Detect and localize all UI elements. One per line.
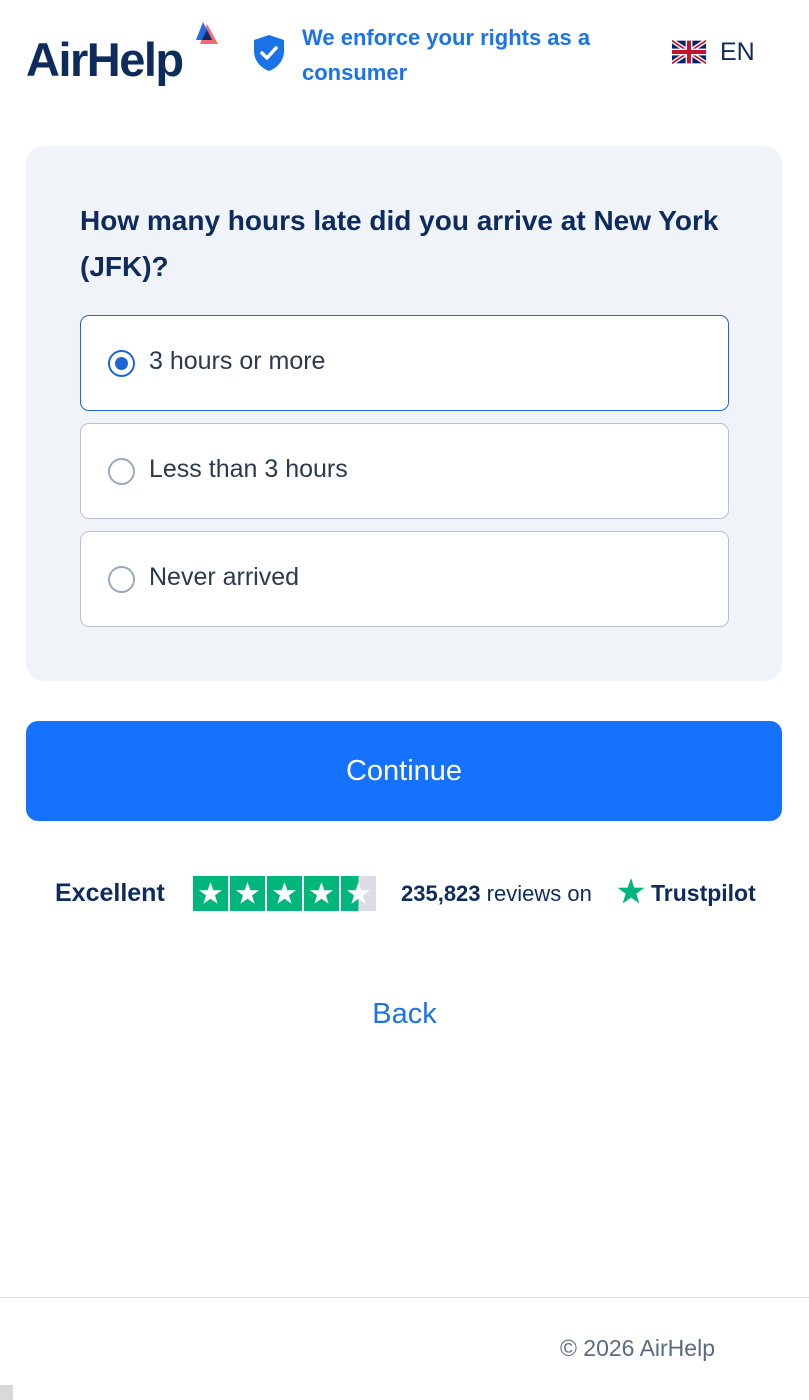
option-label: Never arrived [149,563,300,591]
question-text: How many hours late did you arrive at Ne… [80,205,719,282]
rating-stars-icon [193,876,376,911]
radio-unselected[interactable] [108,566,135,593]
language-selector[interactable]: EN [672,36,755,68]
star-box [230,876,265,911]
back-link[interactable]: Back [0,998,809,1031]
star-box [341,876,376,911]
radio-selected[interactable] [108,350,135,377]
review-count: 235,823 reviews on [401,881,592,907]
radio-dot [115,357,128,370]
continue-button[interactable]: Continue [26,721,782,821]
language-code: EN [720,37,755,66]
trustpilot-widget[interactable]: Excellent 235,823 reviews on Trustpilot [55,874,765,914]
radio-unselected[interactable] [108,458,135,485]
star-box [193,876,228,911]
header: AirHelp We enforce your rights as a cons… [0,0,809,108]
rating-label: Excellent [55,879,165,907]
uk-flag-icon [672,40,706,64]
star-box [304,876,339,911]
logo-text: AirHelp [26,33,184,86]
question-card: How many hours late did you arrive at Ne… [26,146,782,681]
footer-divider [0,1297,809,1298]
option-never-arrived[interactable]: Never arrived [80,531,729,627]
trustpilot-brand: Trustpilot [651,880,756,906]
trustpilot-star-icon [617,878,645,904]
star-box [267,876,302,911]
logo-mark-icon [196,22,218,44]
reviews-on-text: reviews on [480,881,592,906]
option-label: Less than 3 hours [149,455,348,483]
option-less-than-3-hours[interactable]: Less than 3 hours [80,423,729,519]
review-count-number: 235,823 [401,881,481,906]
consumer-rights-badge: We enforce your rights as a consumer [252,20,632,90]
option-label: 3 hours or more [149,347,326,375]
copyright-text: © 2026 AirHelp [559,1335,715,1361]
airhelp-logo[interactable]: AirHelp [26,20,226,90]
shield-check-icon [254,35,284,71]
option-3-hours-or-more[interactable]: 3 hours or more [80,315,729,411]
corner-mark [0,1385,13,1400]
badge-text: We enforce your rights as a consumer [302,25,591,85]
